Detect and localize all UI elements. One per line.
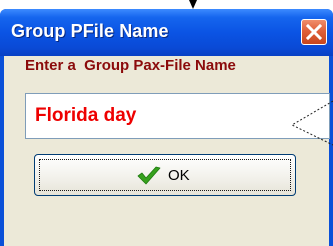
- green-checkmark-icon: [137, 166, 161, 185]
- prompt-label: Enter a Group Pax-File Name: [25, 57, 236, 74]
- group-pax-file-name-input[interactable]: [25, 93, 330, 139]
- ok-label: OK: [168, 167, 190, 184]
- focus-rectangle: [39, 159, 291, 191]
- ok-button[interactable]: OK: [34, 154, 296, 196]
- close-x-icon: [305, 23, 323, 41]
- close-button[interactable]: [301, 19, 327, 45]
- dialog-body: [4, 56, 329, 246]
- mouse-pointer-icon: [189, 0, 197, 9]
- dialog-title: Group PFile Name: [11, 21, 169, 41]
- screen: Group PFile Name Enter a Group Pax-File …: [0, 0, 333, 246]
- title-bar[interactable]: Group PFile Name: [0, 9, 333, 56]
